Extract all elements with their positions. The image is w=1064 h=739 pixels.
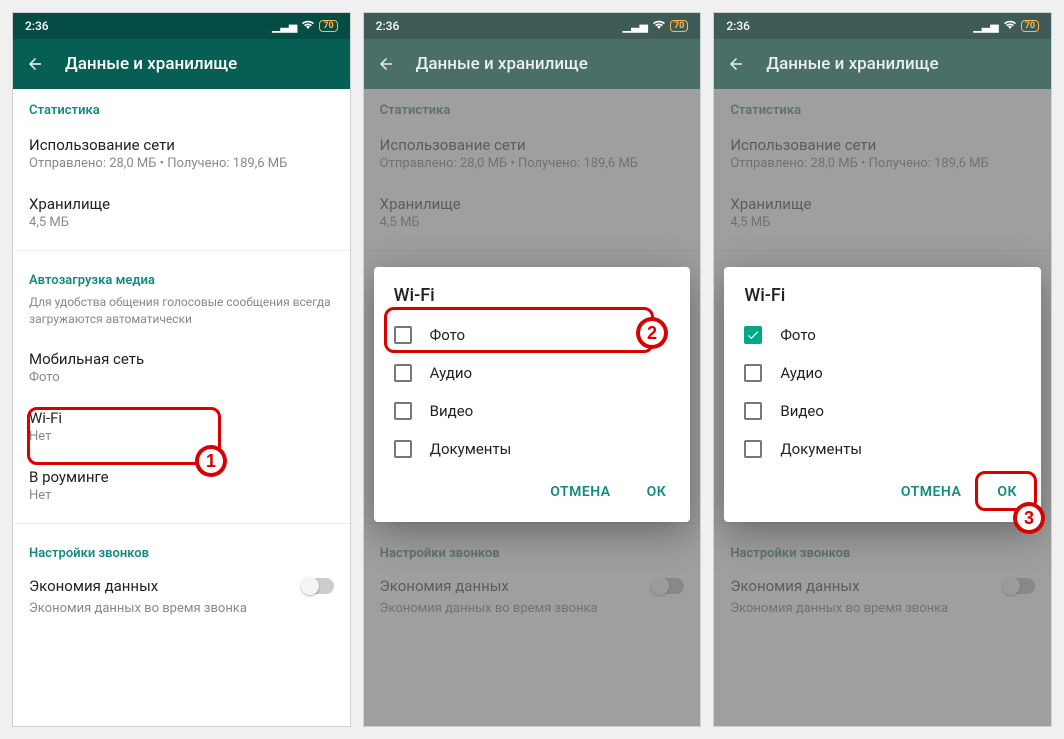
- app-bar: Данные и хранилище: [714, 39, 1051, 89]
- signal-icon: ▁▃▅: [623, 20, 648, 33]
- dialog-actions: ОТМЕНА ОК: [374, 468, 691, 518]
- status-bar: 2:36 ▁▃▅ 70: [13, 13, 350, 39]
- wifi-icon: [652, 20, 666, 33]
- section-autodownload: Автозагрузка медиа: [13, 259, 350, 294]
- wifi-icon: [1003, 20, 1017, 33]
- arrow-left-icon: [727, 55, 745, 73]
- status-bar: 2:36 ▁▃▅ 70: [714, 13, 1051, 39]
- dialog-option-photo[interactable]: Фото: [724, 316, 1041, 354]
- arrow-left-icon: [377, 55, 395, 73]
- checkbox-photo-checked[interactable]: [744, 326, 762, 344]
- item-network-usage[interactable]: Использование сети Отправлено: 28,0 МБ •…: [364, 124, 701, 183]
- checkbox-audio[interactable]: [744, 364, 762, 382]
- dialog-title: Wi-Fi: [724, 267, 1041, 316]
- page-title: Данные и хранилище: [766, 54, 938, 74]
- item-storage[interactable]: Хранилище 4,5 МБ: [13, 183, 350, 242]
- back-button[interactable]: [372, 50, 400, 78]
- dialog-option-documents[interactable]: Документы: [724, 430, 1041, 468]
- status-time: 2:36: [376, 19, 623, 33]
- checkbox-audio[interactable]: [394, 364, 412, 382]
- back-button[interactable]: [21, 50, 49, 78]
- ok-button[interactable]: ОК: [985, 476, 1029, 508]
- divider: [13, 523, 350, 524]
- item-low-data[interactable]: Экономия данных: [13, 567, 350, 599]
- signal-icon: ▁▃▅: [272, 20, 297, 33]
- status-bar: 2:36 ▁▃▅ 70: [364, 13, 701, 39]
- dialog-option-documents[interactable]: Документы: [374, 430, 691, 468]
- dialog-option-video[interactable]: Видео: [374, 392, 691, 430]
- dialog-title: Wi-Fi: [374, 267, 691, 316]
- dialog-actions: ОТМЕНА ОК: [724, 468, 1041, 518]
- item-low-data[interactable]: Экономия данных: [714, 567, 1051, 599]
- phone-screen-3: 2:36 ▁▃▅ 70 Данные и хранилище Статистик…: [713, 12, 1052, 727]
- app-bar: Данные и хранилище: [364, 39, 701, 89]
- status-time: 2:36: [25, 19, 272, 33]
- check-icon: [746, 328, 760, 342]
- wifi-dialog: Wi-Fi Фото Аудио Видео Документы ОТМЕНА …: [374, 267, 691, 522]
- cancel-button[interactable]: ОТМЕНА: [889, 476, 973, 508]
- wifi-icon: [301, 20, 315, 33]
- toggle-low-data[interactable]: [1003, 578, 1035, 594]
- status-icons: ▁▃▅ 70: [973, 20, 1039, 33]
- arrow-left-icon: [26, 55, 44, 73]
- divider: [13, 250, 350, 251]
- settings-content: Статистика Использование сети Отправлено…: [13, 89, 350, 726]
- checkbox-documents[interactable]: [394, 440, 412, 458]
- checkbox-video[interactable]: [744, 402, 762, 420]
- status-icons: ▁▃▅ 70: [272, 20, 338, 33]
- item-mobile-data[interactable]: Мобильная сеть Фото: [13, 338, 350, 397]
- phone-screen-1: 2:36 ▁▃▅ 70 Данные и хранилище Статистик…: [12, 12, 351, 727]
- page-title: Данные и хранилище: [416, 54, 588, 74]
- app-bar: Данные и хранилище: [13, 39, 350, 89]
- signal-icon: ▁▃▅: [973, 20, 998, 33]
- item-roaming[interactable]: В роуминге Нет: [13, 456, 350, 515]
- dialog-option-audio[interactable]: Аудио: [374, 354, 691, 392]
- status-time: 2:36: [726, 19, 973, 33]
- toggle-low-data[interactable]: [652, 578, 684, 594]
- item-network-usage[interactable]: Использование сети Отправлено: 28,0 МБ •…: [13, 124, 350, 183]
- section-call-settings: Настройки звонков: [13, 532, 350, 567]
- checkbox-video[interactable]: [394, 402, 412, 420]
- checkbox-photo[interactable]: [394, 326, 412, 344]
- battery-icon: 70: [319, 20, 337, 32]
- battery-icon: 70: [1021, 20, 1039, 32]
- dialog-option-audio[interactable]: Аудио: [724, 354, 1041, 392]
- item-low-data[interactable]: Экономия данных: [364, 567, 701, 599]
- checkbox-documents[interactable]: [744, 440, 762, 458]
- cancel-button[interactable]: ОТМЕНА: [538, 476, 622, 508]
- section-statistics: Статистика: [13, 89, 350, 124]
- status-icons: ▁▃▅ 70: [623, 20, 689, 33]
- back-button[interactable]: [722, 50, 750, 78]
- battery-icon: 70: [670, 20, 688, 32]
- dialog-option-photo[interactable]: Фото: [374, 316, 691, 354]
- autodownload-description: Для удобства общения голосовые сообщения…: [13, 294, 350, 338]
- page-title: Данные и хранилище: [65, 54, 237, 74]
- item-wifi[interactable]: Wi-Fi Нет: [13, 397, 350, 456]
- dialog-option-video[interactable]: Видео: [724, 392, 1041, 430]
- ok-button[interactable]: ОК: [635, 476, 679, 508]
- item-storage[interactable]: Хранилище 4,5 МБ: [364, 183, 701, 242]
- toggle-low-data[interactable]: [302, 578, 334, 594]
- wifi-dialog: Wi-Fi Фото Аудио Видео Документы ОТМЕНА …: [724, 267, 1041, 522]
- phone-screen-2: 2:36 ▁▃▅ 70 Данные и хранилище Статистик…: [363, 12, 702, 727]
